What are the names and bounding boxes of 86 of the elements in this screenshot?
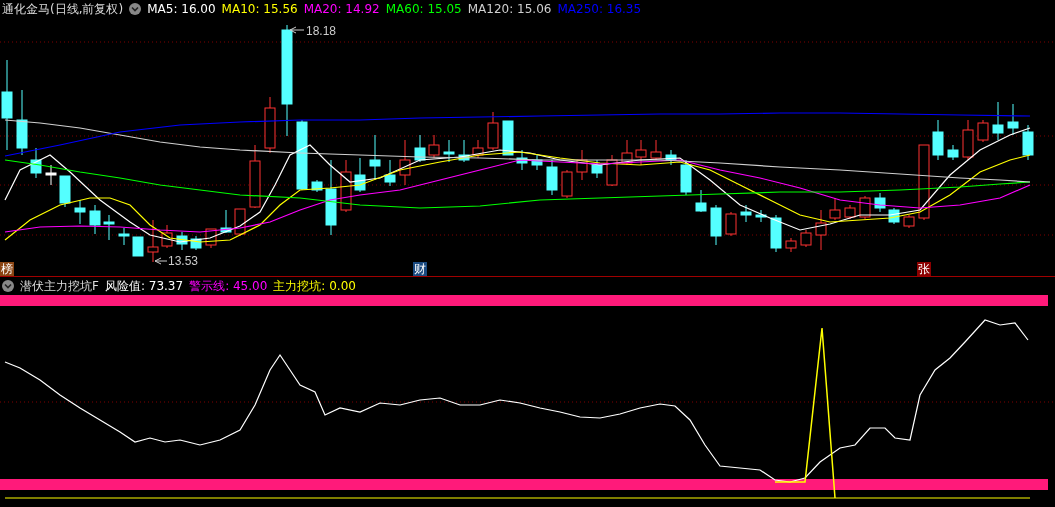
candlestick	[103, 214, 115, 241]
candlestick	[147, 219, 159, 263]
candlestick	[725, 211, 737, 237]
candlestick	[205, 228, 217, 249]
candlestick	[947, 144, 959, 161]
candlestick	[59, 175, 71, 208]
candlestick	[531, 154, 543, 171]
high-price-label: 18.18	[306, 24, 337, 38]
indicator-title: 潜伏主力挖坑F	[20, 277, 99, 295]
candlestick	[74, 199, 86, 225]
candlestick	[992, 101, 1004, 141]
candlestick	[710, 204, 722, 246]
candlestick	[369, 134, 381, 181]
candlestick	[190, 235, 202, 251]
candlestick	[680, 159, 692, 196]
candlestick	[815, 209, 827, 251]
candlestick	[1007, 103, 1019, 136]
arrow-icon	[289, 26, 305, 34]
candlestick	[650, 139, 662, 161]
ma-value: MA5: 16.00	[147, 2, 216, 16]
candlestick	[502, 120, 514, 156]
candlestick	[962, 119, 974, 161]
candlestick	[16, 89, 28, 156]
candlestick	[785, 237, 797, 253]
candlestick	[932, 119, 944, 161]
ma-value: MA250: 16.35	[557, 2, 642, 16]
candlestick	[414, 134, 426, 163]
candlestick	[829, 197, 841, 221]
candlestick	[576, 149, 588, 181]
candlestick	[45, 164, 57, 186]
candlestick	[755, 209, 767, 223]
ma-value: MA20: 14.92	[303, 2, 380, 16]
candlestick	[384, 159, 396, 187]
candlestick	[606, 154, 618, 187]
candlestick	[635, 139, 647, 166]
indicator-value: 风险值: 73.37	[104, 277, 184, 295]
candlestick	[30, 147, 42, 179]
candlestick	[903, 214, 915, 229]
candlestick	[220, 209, 232, 234]
arrow-icon	[154, 257, 168, 265]
dropdown-icon[interactable]	[129, 3, 142, 15]
candlestick	[443, 139, 455, 163]
candlestick	[516, 149, 528, 171]
candlestick	[770, 214, 782, 253]
indicator-value: 警示线: 45.00	[189, 277, 268, 295]
candlestick	[296, 119, 308, 191]
candlestick	[487, 111, 499, 151]
candlestick	[354, 157, 366, 193]
candlestick	[800, 229, 812, 248]
candlestick	[176, 231, 188, 251]
event-marker[interactable]: 张	[917, 262, 931, 276]
candlestick	[888, 207, 900, 225]
candlestick	[458, 139, 470, 163]
candlestick	[311, 179, 323, 193]
ma-value: MA60: 15.05	[385, 2, 462, 16]
candlestick	[859, 195, 871, 220]
event-marker[interactable]: 榜	[0, 262, 14, 276]
candlestick	[161, 224, 173, 249]
candlestick	[264, 96, 276, 154]
candlestick	[249, 144, 261, 209]
event-marker[interactable]: 财	[413, 262, 427, 276]
candlestick	[665, 149, 677, 166]
candlestick	[340, 159, 352, 213]
ma-value: MA10: 15.56	[221, 2, 298, 16]
candlestick	[132, 236, 144, 257]
candlestick	[621, 139, 633, 166]
dropdown-icon[interactable]	[2, 280, 14, 292]
candlestick	[591, 159, 603, 179]
candlestick	[740, 204, 752, 223]
stock-title: 通化金马(日线,前复权)	[2, 0, 124, 18]
candlestick	[118, 227, 130, 246]
candlestick	[561, 169, 573, 199]
low-price-label: 13.53	[168, 254, 199, 268]
candlestick	[874, 192, 886, 213]
indicator-value: 主力挖坑: 0.00	[273, 277, 356, 295]
candlestick	[844, 204, 856, 220]
candlestick	[546, 159, 558, 196]
candlestick	[472, 139, 484, 159]
candlestick	[89, 204, 101, 235]
candlestick	[1022, 124, 1034, 161]
candlestick	[234, 208, 246, 237]
candlestick	[428, 134, 440, 159]
candlestick	[695, 189, 707, 213]
ma-value: MA120: 15.06	[467, 2, 552, 16]
candlestick	[977, 119, 989, 143]
candlestick	[399, 139, 411, 186]
